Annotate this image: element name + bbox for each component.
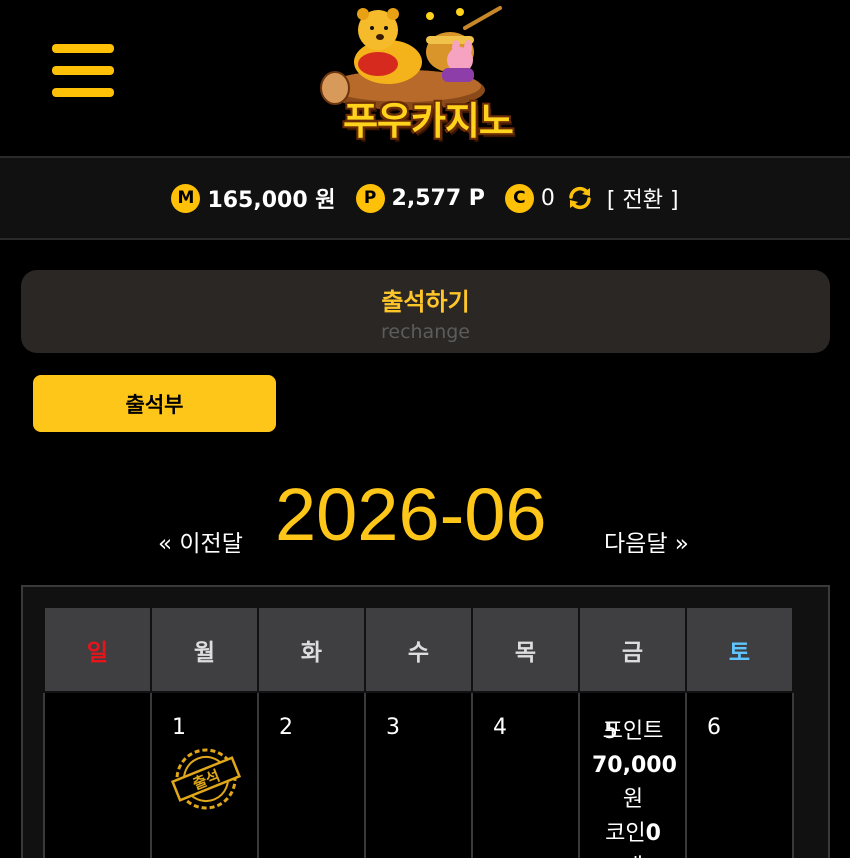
weekday-header-row: 일 월 화 수 목 금 토: [43, 606, 794, 693]
calendar-day-empty: [43, 691, 152, 858]
day-number: 2: [279, 715, 293, 740]
weekday-thu: 목: [471, 606, 580, 693]
day-number: 3: [386, 715, 400, 740]
money-value: 165,000 원: [207, 188, 336, 213]
point-balance: P 2,577 P: [355, 183, 485, 213]
calendar-day[interactable]: 4: [471, 691, 580, 858]
prev-month-link[interactable]: « 이전달: [158, 524, 243, 558]
balance-bar: M 165,000 원 P 2,577 P C 0 [ 전환 ]: [0, 158, 850, 240]
page-subtitle: rechange: [380, 321, 470, 343]
refresh-icon[interactable]: [566, 184, 594, 212]
point-coin-icon: P: [355, 183, 385, 213]
day-number: 5: [604, 719, 618, 744]
calendar-day[interactable]: 2: [257, 691, 366, 858]
reward-amount: 70,000: [592, 753, 677, 778]
hamburger-icon-bar: [52, 88, 114, 97]
money-coin-icon: M: [171, 183, 201, 213]
money-balance: M 165,000 원: [171, 182, 336, 214]
calendar-day[interactable]: 3: [364, 691, 473, 858]
day-number: 1: [172, 715, 186, 740]
hamburger-icon-bar: [52, 44, 114, 53]
calendar-day-today[interactable]: 5 포인트 70,000 원 코인0 개: [578, 691, 687, 858]
hamburger-icon-bar: [52, 66, 114, 75]
reward-info: 5 포인트 70,000 원 코인0 개: [592, 715, 677, 858]
month-title: 2026-06: [275, 473, 547, 556]
logo-text: 푸우카지노: [343, 99, 514, 143]
reward-unit: 원: [622, 787, 644, 812]
weekday-tue: 화: [257, 606, 366, 693]
site-logo[interactable]: 푸우카지노: [300, 2, 550, 150]
c-coin-icon: C: [504, 183, 534, 213]
reward-coin-prefix: 코인: [605, 821, 646, 846]
hamburger-menu-button[interactable]: [52, 44, 114, 102]
weekday-fri: 금: [578, 606, 687, 693]
calendar-week-row: 1 출석 2 3 4 5 포인트 70,000 원 코인0 개: [43, 691, 794, 858]
page-title: 출석하기: [381, 288, 470, 316]
coin-balance: C 0 [ 전환 ]: [504, 182, 679, 214]
weekday-sun: 일: [43, 606, 152, 693]
convert-link[interactable]: [ 전환 ]: [607, 182, 679, 214]
attendance-book-button[interactable]: 출석부: [33, 375, 276, 432]
coin-value: 0: [540, 185, 555, 211]
day-number: 4: [493, 715, 507, 740]
attendance-stamp-icon: 출석: [170, 748, 242, 810]
weekday-sat: 토: [685, 606, 794, 693]
next-month-link[interactable]: 다음달 »: [604, 524, 689, 558]
calendar-day[interactable]: 6: [685, 691, 794, 858]
calendar-day[interactable]: 1 출석: [150, 691, 259, 858]
page-title-box: 출석하기 rechange: [21, 270, 830, 353]
header: 푸우카지노: [0, 0, 850, 158]
attendance-calendar: 일 월 화 수 목 금 토 1 출석 2 3 4 5 포인트 70,000 원 …: [43, 606, 794, 858]
reward-coin-count: 0: [645, 821, 661, 846]
weekday-wed: 수: [364, 606, 473, 693]
weekday-mon: 월: [150, 606, 259, 693]
day-number: 6: [707, 715, 721, 740]
point-value: 2,577 P: [391, 185, 485, 211]
